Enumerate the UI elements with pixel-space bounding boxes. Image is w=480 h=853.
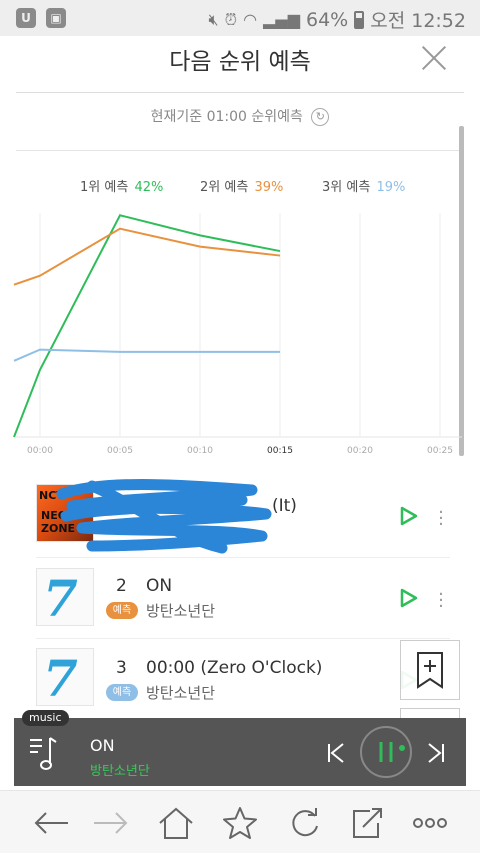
image-icon: ▣ (46, 8, 66, 28)
x-tick-label: 00:05 (107, 446, 133, 456)
legend-pct: 42% (134, 180, 164, 195)
series-line (13, 214, 281, 438)
share-icon[interactable] (348, 805, 388, 841)
album-cover: 7 (36, 648, 94, 706)
add-bookmark-icon (417, 652, 443, 689)
more-icon[interactable]: · · · (436, 504, 446, 534)
add-bookmark-button[interactable] (400, 640, 460, 700)
artist-name: 방탄소년단 (146, 602, 216, 620)
rank-number: 2 (116, 576, 127, 596)
alarm-icon: ⏰︎ (224, 9, 238, 29)
prediction-badge: 예측 (106, 602, 138, 619)
play-icon[interactable] (400, 506, 418, 526)
browser-nav (0, 790, 480, 853)
battery-icon (354, 10, 365, 29)
series-line (13, 227, 281, 286)
artist-name: 방탄소년단 (146, 684, 216, 702)
album-cover: 7 (36, 568, 94, 626)
close-icon[interactable] (420, 44, 448, 72)
song-title: ON (146, 576, 173, 596)
x-tick-label: 00:15 (267, 446, 293, 456)
x-tick-label: 00:20 (347, 446, 373, 456)
home-icon[interactable] (156, 805, 196, 841)
basis-label: 현재기준 01:00 순위예측 (150, 109, 303, 125)
u-plus-icon: U (16, 8, 36, 28)
redaction-scribble (56, 479, 272, 554)
wifi-icon: ◠ (243, 10, 258, 29)
mini-player[interactable]: ON 방탄소년단 (14, 718, 466, 786)
series-line (13, 348, 280, 362)
reload-icon[interactable] (284, 805, 324, 841)
music-tag: music (22, 710, 69, 726)
basis-line: 현재기준 01:00 순위예측 ↻ (0, 106, 480, 126)
page-title: 다음 순위 예측 (169, 49, 311, 75)
forward-arrow-icon[interactable] (90, 805, 130, 841)
player-title: ON (90, 736, 115, 755)
legend-pct: 19% (376, 180, 406, 195)
list-item[interactable]: 7 2 ON 예측 방탄소년단 · · · (0, 558, 480, 640)
playlist-music-icon[interactable] (28, 734, 58, 772)
rank-prediction-chart: 00:00 00:05 00:10 00:15 00:20 00:25 (13, 213, 462, 456)
more-icon[interactable] (410, 805, 450, 841)
player-artist: 방탄소년단 (90, 764, 150, 779)
star-icon[interactable] (220, 805, 260, 841)
header-divider (16, 92, 464, 93)
prediction-badge: 예측 (106, 684, 138, 701)
legend-label: 3위 예측 (322, 180, 371, 195)
pause-button[interactable] (360, 726, 412, 778)
legend-item-2: 2위 예측 39% (200, 176, 283, 195)
next-icon[interactable] (426, 742, 446, 764)
header: 다음 순위 예측 (0, 36, 480, 92)
legend-label: 1위 예측 (80, 180, 129, 195)
cover-text: 7 (43, 569, 78, 626)
x-tick-label: 00:25 (427, 446, 453, 456)
rank-number: 3 (116, 658, 127, 678)
refresh-icon[interactable]: ↻ (311, 108, 330, 126)
legend-pct: 39% (254, 180, 284, 195)
divider (36, 638, 450, 639)
x-tick-label: 00:10 (187, 446, 213, 456)
mute-icon: 🔇︎ (208, 9, 219, 29)
legend-item-3: 3위 예측 19% (322, 176, 405, 195)
previous-icon[interactable] (326, 742, 346, 764)
legend-label: 2위 예측 (200, 180, 249, 195)
battery-percent: 64% (306, 8, 349, 31)
more-icon[interactable]: · · · (436, 586, 446, 616)
signal-icon: ▂▄▆ (263, 10, 300, 29)
legend-item-1: 1위 예측 42% (80, 176, 163, 195)
song-title: 00:00 (Zero O'Clock) (146, 658, 323, 678)
play-icon[interactable] (400, 588, 418, 608)
back-arrow-icon[interactable] (32, 805, 72, 841)
status-bar: U ▣ 🔇︎ ⏰︎ ◠ ▂▄▆ 64% 오전 12:52 (0, 0, 480, 36)
x-tick-label: 00:00 (27, 446, 53, 456)
cover-text: 7 (43, 649, 78, 706)
clock: 오전 12:52 (370, 10, 466, 32)
divider (16, 150, 464, 151)
pause-icon (379, 742, 405, 762)
